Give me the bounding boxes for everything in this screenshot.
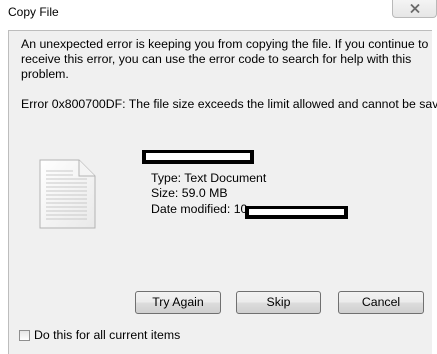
- try-again-button[interactable]: Try Again: [135, 291, 221, 314]
- file-date-modified: Date modified: 10: [151, 202, 248, 216]
- file-type: Type: Text Document: [151, 171, 267, 185]
- window-title: Copy File: [8, 5, 59, 19]
- apply-to-all-row[interactable]: Do this for all current items: [19, 328, 180, 342]
- text-document-icon: [39, 159, 96, 229]
- file-size: Size: 59.0 MB: [151, 186, 228, 200]
- close-icon: [410, 4, 420, 13]
- cancel-button[interactable]: Cancel: [338, 291, 424, 314]
- apply-to-all-checkbox[interactable]: [19, 330, 30, 341]
- apply-to-all-label[interactable]: Do this for all current items: [34, 328, 180, 342]
- skip-button[interactable]: Skip: [236, 291, 321, 314]
- dialog-content: An unexpected error is keeping you from …: [8, 30, 437, 354]
- redacted-date: [245, 206, 348, 219]
- redacted-file-name: [142, 150, 254, 164]
- error-code-text: Error 0x800700DF: The file size exceeds …: [21, 97, 437, 111]
- close-button[interactable]: [392, 0, 437, 18]
- error-message: An unexpected error is keeping you from …: [21, 37, 429, 81]
- title-bar: Copy File: [0, 0, 437, 24]
